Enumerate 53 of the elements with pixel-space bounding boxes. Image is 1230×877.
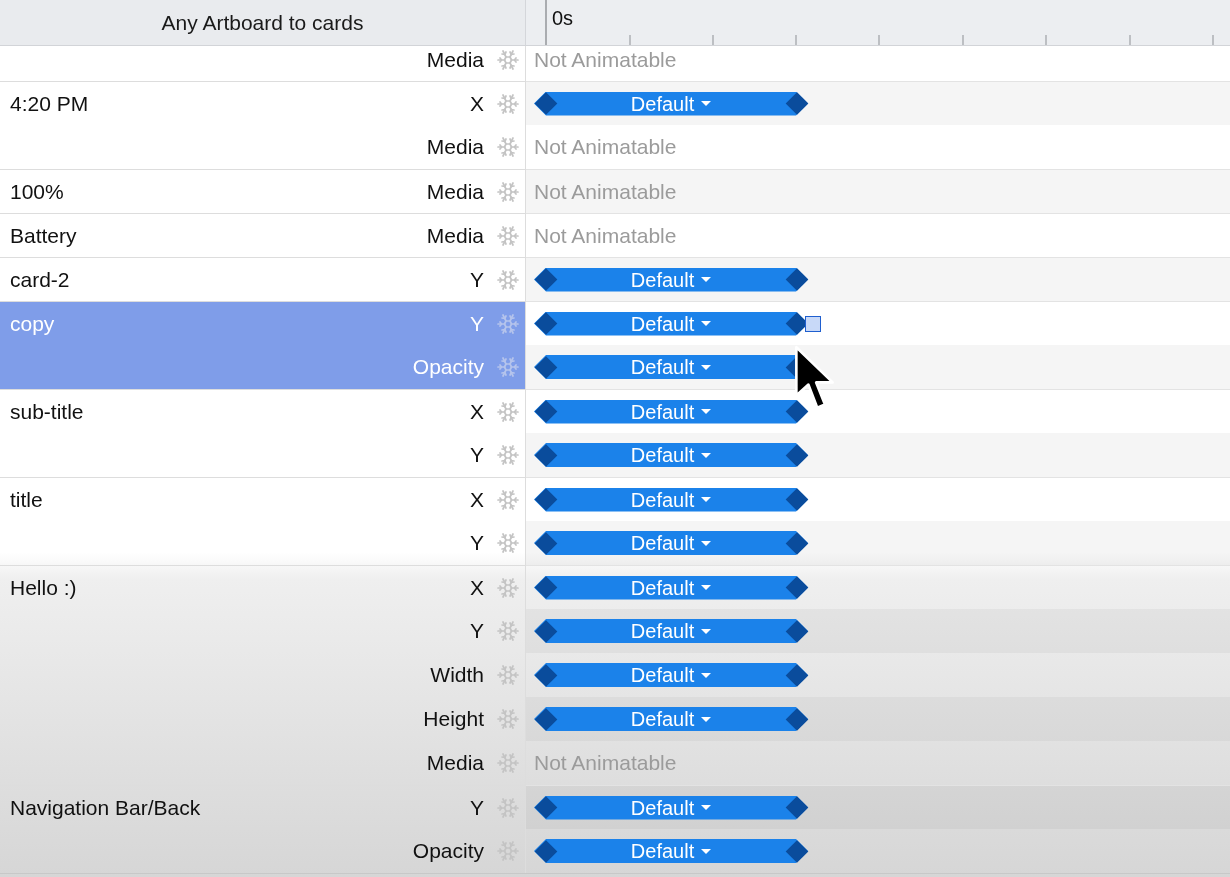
property-label: X xyxy=(470,486,484,513)
caret-icon xyxy=(701,805,712,810)
layer-name: sub-title xyxy=(9,398,84,425)
caret-icon xyxy=(701,497,712,502)
caret-icon xyxy=(701,585,712,590)
property-label: Media xyxy=(426,46,484,73)
property-label: Y xyxy=(470,794,484,821)
time-label: 0s xyxy=(552,6,574,30)
property-label: Media xyxy=(426,222,484,249)
property-label: Y xyxy=(470,310,484,337)
property-label: Y xyxy=(470,530,484,557)
property-label: Y xyxy=(470,442,484,469)
caret-icon xyxy=(701,540,712,546)
property-label: Opacity xyxy=(412,354,484,381)
property-label: Height xyxy=(423,706,484,733)
not-animatable-label: Not Animatable xyxy=(534,222,677,249)
property-label: Y xyxy=(470,618,484,645)
property-label: X xyxy=(470,398,484,425)
layer-name: card-2 xyxy=(9,266,70,293)
caret-icon xyxy=(701,277,712,282)
layer-name: Hello :) xyxy=(9,574,77,601)
property-label: X xyxy=(470,90,484,117)
property-label: Media xyxy=(426,134,484,161)
caret-icon xyxy=(701,672,712,678)
caret-icon xyxy=(701,364,712,370)
layer-name: copy xyxy=(9,310,55,337)
property-label: X xyxy=(470,574,484,601)
caret-icon xyxy=(701,101,712,106)
property-label: Media xyxy=(426,750,484,777)
caret-icon xyxy=(701,628,712,634)
not-animatable-label: Not Animatable xyxy=(534,178,677,205)
not-animatable-label: Not Animatable xyxy=(534,46,677,73)
layer-name: 4:20 PM xyxy=(9,90,89,117)
layer-row[interactable]: Battery Media xyxy=(0,213,526,257)
layer-name: title xyxy=(9,486,43,513)
artboard-title: Any Artboard to cards xyxy=(161,9,364,36)
not-animatable-label: Not Animatable xyxy=(534,750,677,777)
layer-name: 100% xyxy=(9,178,64,205)
caret-icon xyxy=(701,321,712,326)
caret-icon xyxy=(701,409,712,414)
property-label: Y xyxy=(470,266,484,293)
property-label: Opacity xyxy=(412,838,484,865)
resize-handle-icon[interactable] xyxy=(805,315,821,332)
property-label: Width xyxy=(430,662,484,689)
layer-name: Navigation Bar/Back xyxy=(9,794,201,821)
caret-icon xyxy=(701,848,712,854)
layer-row[interactable]: Media xyxy=(0,46,526,81)
not-animatable-label: Not Animatable xyxy=(534,134,677,161)
caret-icon xyxy=(701,452,712,458)
layer-row[interactable]: 100% Media xyxy=(0,169,526,213)
property-label: Media xyxy=(426,178,484,205)
caret-icon xyxy=(701,716,712,722)
layer-name: Battery xyxy=(9,222,77,249)
